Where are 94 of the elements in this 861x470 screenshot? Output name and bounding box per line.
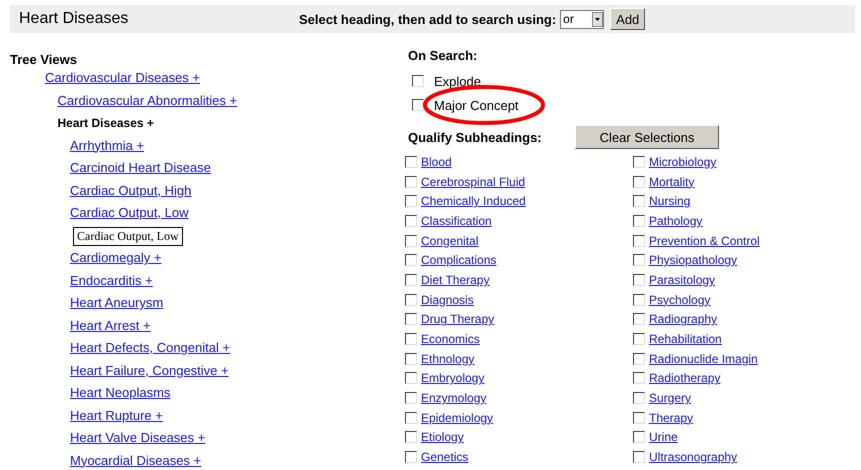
option-label: Major Concept [434,98,519,112]
add-prompt: Select heading, then add to search using: [299,12,556,26]
subheading-link[interactable]: Chemically Induced [421,194,526,208]
subheading-link[interactable]: Diagnosis [421,292,474,307]
option-label: Explode [434,74,481,88]
subheading-link[interactable]: Cerebrospinal Fluid [421,174,526,189]
checkbox[interactable] [405,372,417,384]
subheading-link[interactable]: Parasitology [649,272,716,287]
subheading-link[interactable]: Therapy [649,410,694,425]
checkbox[interactable] [633,313,645,326]
subheading-link[interactable]: Rehabilitation [649,332,722,346]
subheading-link[interactable]: Radiotherapy [649,371,720,386]
tree-link[interactable]: Arrhythmia + [70,138,144,152]
checkbox[interactable] [405,156,417,168]
tree-link[interactable]: Endocarditis + [70,272,153,288]
subheading-link[interactable]: Urine [649,430,678,444]
checkbox[interactable] [633,412,645,424]
checkbox[interactable] [405,176,417,188]
checkbox[interactable] [633,254,645,266]
subheading-link[interactable]: Classification [421,214,492,228]
subheading-link[interactable]: Etiology [421,430,464,444]
checkbox[interactable] [633,176,645,188]
checkbox[interactable] [405,195,417,208]
subheading-link[interactable]: Nursing [649,194,690,208]
tree-link[interactable]: Heart Arrest + [70,318,151,332]
checkbox[interactable] [405,451,417,464]
subheading-link[interactable]: Physiopathology [649,253,738,268]
checkbox[interactable] [633,234,645,247]
checkbox[interactable] [405,254,417,266]
subheading-link[interactable]: Ultrasonography [649,450,738,464]
subheadings-title: Qualify Subheadings: [408,130,543,144]
tree-link[interactable]: Carcinoid Heart Disease [70,160,211,175]
tree-link[interactable]: Cardiovascular Abnormalities + [58,92,238,108]
checkbox[interactable] [633,333,645,346]
checkbox[interactable] [633,195,645,208]
tree-link[interactable]: Heart Aneurysm [70,295,164,310]
tooltip: Cardiac Output, Low [73,226,183,246]
checkbox[interactable] [405,412,417,424]
clear-selections-button[interactable]: Clear Selections [575,125,719,149]
tree-title: Tree Views [10,52,78,67]
checkbox[interactable] [412,99,424,111]
tree-link[interactable]: Cardiomegaly + [70,250,162,265]
subheading-link[interactable]: Genetics [421,450,468,464]
subheading-link[interactable]: Enzymology [421,391,486,406]
on-search-title: On Search: [408,48,478,63]
page-title: Heart Diseases [19,10,130,28]
checkbox[interactable] [405,294,417,306]
checkbox[interactable] [633,294,645,306]
checkbox[interactable] [633,372,645,384]
checkbox[interactable] [412,75,424,87]
subheading-link[interactable]: Mortality [649,174,694,189]
tree-link[interactable]: Heart Neoplasms [70,385,170,400]
checkbox[interactable] [633,274,645,286]
operator-select[interactable]: or [560,10,604,28]
subheading-link[interactable]: Microbiology [649,154,716,169]
checkbox[interactable] [633,352,645,365]
subheading-link[interactable]: Economics [421,332,480,346]
checkbox[interactable] [633,214,645,227]
checkbox[interactable] [405,392,417,404]
checkbox[interactable] [633,392,645,404]
subheading-link[interactable]: Radionuclide Imagin [649,352,758,366]
subheading-link[interactable]: Ethnology [421,352,474,366]
checkbox[interactable] [405,214,417,227]
checkbox[interactable] [405,274,417,286]
tree-link[interactable]: Cardiovascular Diseases + [45,70,200,85]
subheading-link[interactable]: Psychology [649,292,710,307]
checkbox[interactable] [633,156,645,168]
tree-link[interactable]: Heart Rupture + [70,408,163,422]
tree-link[interactable]: Heart Valve Diseases + [70,430,206,445]
subheading-link[interactable]: Complications [421,253,496,268]
tree-link[interactable]: Cardiac Output, Low [70,205,189,220]
current-heading: Heart Diseases + [58,116,154,130]
tree-link[interactable]: Heart Defects, Congenital + [70,340,230,355]
subheading-link[interactable]: Drug Therapy [421,312,494,326]
add-button[interactable]: Add [610,8,646,30]
tree-link[interactable]: Myocardial Diseases + [70,452,202,468]
subheading-link[interactable]: Blood [421,154,452,169]
checkbox[interactable] [405,352,417,365]
tree-link[interactable]: Heart Failure, Congestive + [70,362,229,378]
subheading-link[interactable]: Epidemiology [421,410,494,425]
subheading-link[interactable]: Embryology [421,371,484,386]
checkbox[interactable] [633,431,645,444]
checkbox[interactable] [405,333,417,346]
checkbox[interactable] [405,431,417,444]
checkbox[interactable] [405,313,417,326]
subheading-link[interactable]: Diet Therapy [421,272,490,287]
subheading-link[interactable]: Pathology [649,214,702,228]
checkbox[interactable] [405,234,417,247]
tree-link[interactable]: Cardiac Output, High [70,182,192,198]
subheading-link[interactable]: Surgery [649,391,692,406]
subheading-link[interactable]: Radiography [649,312,718,326]
subheading-link[interactable]: Congenital [421,234,478,248]
checkbox[interactable] [633,451,645,464]
subheading-link[interactable]: Prevention & Control [649,234,760,248]
